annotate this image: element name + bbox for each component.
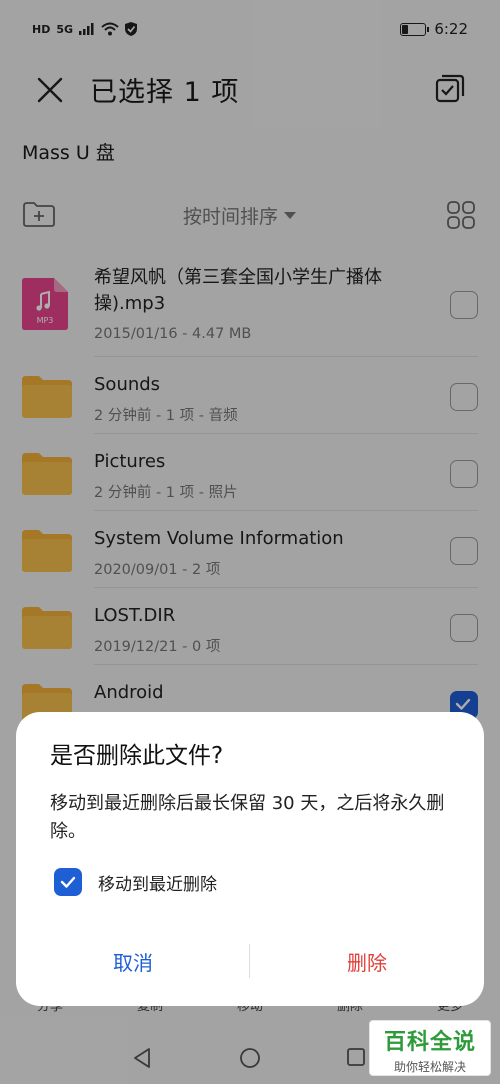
watermark-title: 百科全说 [383, 1030, 476, 1055]
check-icon [60, 876, 76, 888]
dialog-message: 移动到最近删除后最长保留 30 天，之后将永久删除。 [50, 793, 445, 842]
watermark-logo: 百科全说 助你轻松解决 [369, 1020, 491, 1076]
dialog-buttons: 取消 删除 [16, 938, 484, 984]
cancel-button[interactable]: 取消 [16, 938, 250, 984]
dialog-title: 是否删除此文件? [50, 743, 224, 769]
delete-button[interactable]: 删除 [250, 938, 484, 984]
move-to-recent-checkbox[interactable] [54, 868, 82, 896]
watermark-subtitle: 助你轻松解决 [393, 1060, 466, 1074]
move-to-recent-label: 移动到最近删除 [98, 874, 217, 895]
move-to-recent-option[interactable]: 移动到最近删除 [54, 868, 217, 896]
delete-confirm-dialog: 是否删除此文件? 移动到最近删除后最长保留 30 天，之后将永久删除。 移动到最… [16, 712, 484, 1006]
